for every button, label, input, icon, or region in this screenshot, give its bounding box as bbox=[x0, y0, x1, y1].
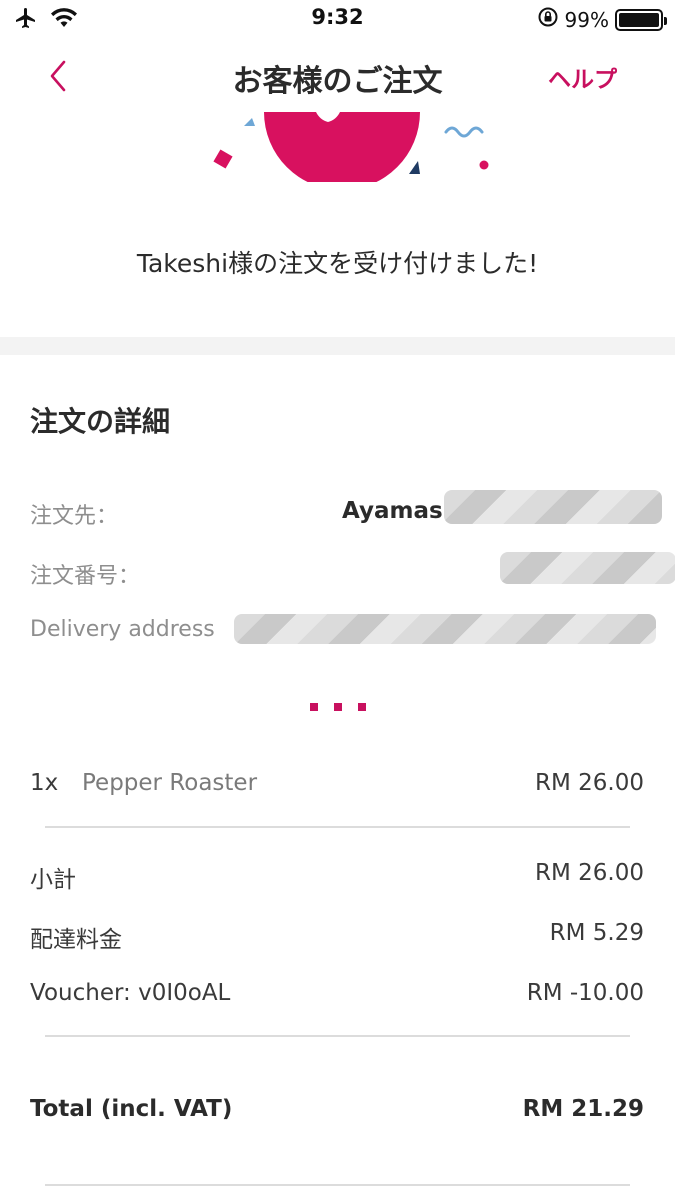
restaurant-value: Ayamas bbox=[342, 498, 443, 524]
divider-line bbox=[45, 1035, 630, 1037]
confirmation-illustration bbox=[0, 112, 675, 182]
total-value: RM 21.29 bbox=[522, 1096, 644, 1122]
confetti-square bbox=[213, 149, 233, 169]
confirmation-message: Takeshi様の注文を受け付けました! bbox=[136, 249, 539, 278]
redacted-address bbox=[234, 614, 656, 644]
total-label: Total (incl. VAT) bbox=[30, 1096, 233, 1122]
status-bar: 9:32 99% bbox=[0, 0, 675, 38]
subtotal-value: RM 26.00 bbox=[535, 860, 644, 886]
confetti-triangle-navy bbox=[409, 161, 420, 174]
dot bbox=[310, 703, 318, 711]
item-quantity: 1x bbox=[30, 770, 59, 796]
chevron-left-icon bbox=[50, 60, 66, 92]
confetti-squiggle bbox=[444, 126, 484, 138]
item-name: Pepper Roaster bbox=[82, 770, 258, 796]
confetti-dot bbox=[479, 160, 489, 170]
help-button[interactable]: ヘルプ bbox=[548, 60, 617, 94]
orientation-lock-icon bbox=[537, 6, 559, 33]
battery-percent: 99% bbox=[564, 7, 609, 32]
delivery-address-label: Delivery address bbox=[30, 617, 215, 642]
redacted-restaurant bbox=[444, 490, 662, 524]
divider-line bbox=[45, 1184, 630, 1186]
divider-line bbox=[45, 826, 630, 828]
dot bbox=[334, 703, 342, 711]
battery-cap bbox=[664, 16, 667, 25]
item-price: RM 26.00 bbox=[535, 770, 644, 796]
order-number-label: 注文番号： bbox=[30, 564, 141, 589]
more-dots-button[interactable] bbox=[310, 703, 366, 711]
voucher-value: RM -10.00 bbox=[526, 980, 644, 1006]
battery-fill bbox=[619, 12, 659, 27]
delivery-fee-value: RM 5.29 bbox=[549, 920, 644, 946]
status-right-icons: 99% bbox=[537, 6, 667, 33]
battery-icon bbox=[615, 8, 667, 31]
redacted-order-number bbox=[500, 552, 675, 584]
dot bbox=[358, 703, 366, 711]
restaurant-label: 注文先： bbox=[30, 504, 119, 529]
nav-bar: お客様のご注文 ヘルプ bbox=[0, 40, 675, 112]
voucher-label: Voucher: v0I0oAL bbox=[30, 980, 231, 1006]
back-button[interactable] bbox=[40, 54, 80, 98]
heart-shape bbox=[264, 112, 420, 182]
order-details-title: 注文の詳細 bbox=[30, 405, 171, 438]
confetti-triangle-blue bbox=[244, 118, 255, 126]
section-divider bbox=[0, 337, 675, 355]
subtotal-label: 小計 bbox=[30, 867, 76, 893]
delivery-fee-label: 配達料金 bbox=[30, 927, 122, 953]
